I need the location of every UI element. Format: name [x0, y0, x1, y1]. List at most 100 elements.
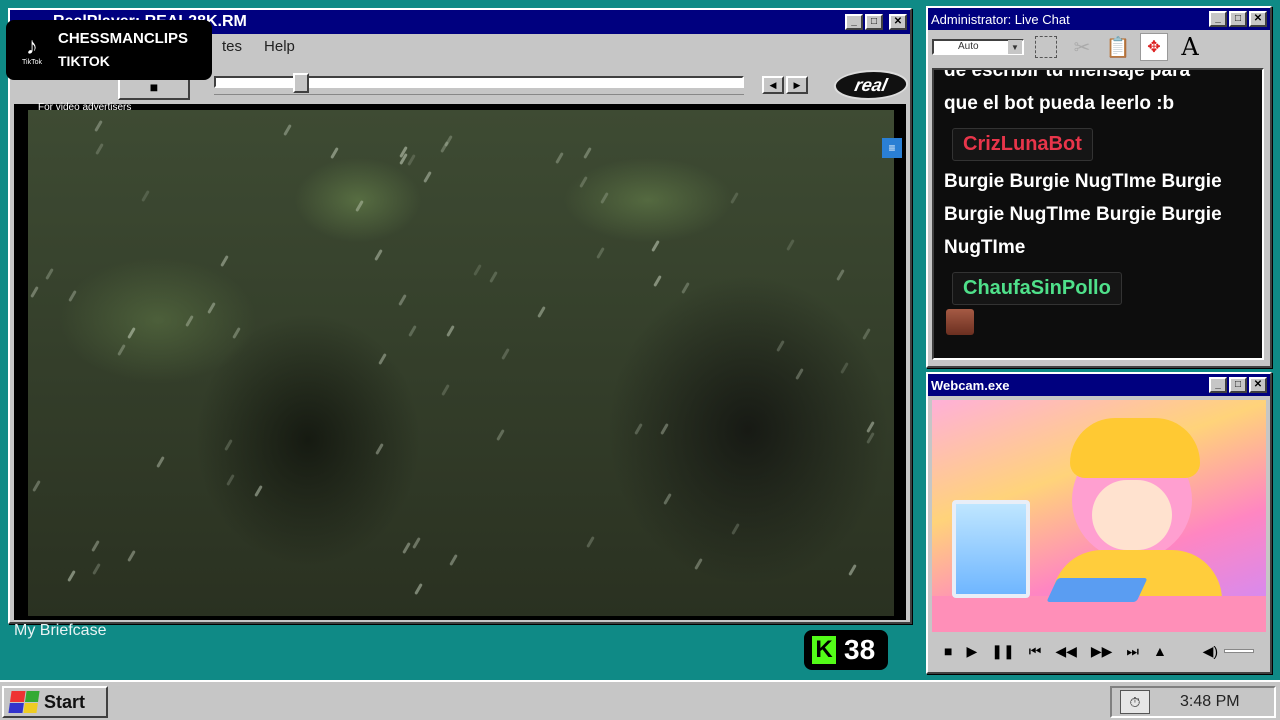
tiktok-platform: TIKTOK: [58, 53, 110, 69]
my-briefcase-label[interactable]: My Briefcase: [14, 622, 106, 640]
tiktok-icon-label: TikTok: [22, 58, 42, 66]
volume-icon[interactable]: ◀): [1203, 643, 1218, 660]
rain-streak: [489, 271, 498, 283]
video-menu-button[interactable]: ≡: [882, 138, 902, 158]
rain-streak: [232, 327, 241, 339]
rewind-icon: ◀: [769, 79, 777, 90]
rain-streak: [378, 353, 387, 365]
rain-streak: [440, 141, 449, 153]
chat-maximize-button[interactable]: □: [1229, 11, 1247, 27]
forward-icon: ▶: [793, 79, 801, 90]
system-tray: ⏱ 3:48 PM: [1110, 686, 1276, 718]
text-icon[interactable]: A: [1176, 33, 1204, 61]
rain-streak: [731, 523, 740, 535]
eject-icon[interactable]: ▲: [1153, 643, 1167, 659]
chat-message-text: de escribir tu mensaje para: [944, 68, 1191, 81]
rain-streak: [414, 583, 423, 595]
webcam-title: Webcam.exe: [931, 377, 1010, 393]
webcam-titlebar[interactable]: Webcam.exe _ □ ✕: [928, 374, 1270, 396]
chat-minimize-button[interactable]: _: [1209, 11, 1227, 27]
chat-close-button[interactable]: ✕: [1249, 11, 1267, 27]
select-icon[interactable]: [1032, 33, 1060, 61]
rain-streak: [141, 190, 150, 202]
webcam-feed: [932, 400, 1266, 632]
taskbar: Start ⏱ 3:48 PM: [0, 680, 1280, 720]
hamburger-icon: ≡: [888, 141, 896, 155]
tiktok-badge: ♪ TikTok CHESSMANCLIPS TIKTOK: [6, 20, 212, 80]
rewind-button[interactable]: ◀: [762, 76, 784, 94]
rain-streak: [407, 154, 416, 166]
real-logo[interactable]: real: [830, 70, 912, 100]
rain-streak: [156, 456, 165, 468]
rain-streak: [653, 275, 662, 287]
fast-forward-icon[interactable]: ▶▶: [1091, 643, 1113, 660]
rain-streak: [398, 294, 407, 306]
ad-text: For video advertisers: [38, 102, 132, 113]
video-area[interactable]: ≡: [14, 104, 906, 620]
video-frame: [28, 110, 894, 616]
maximize-button[interactable]: □: [865, 14, 883, 30]
rain-streak: [586, 536, 595, 548]
skip-forward-icon[interactable]: ⏭: [1126, 643, 1139, 660]
minimize-button[interactable]: _: [845, 14, 863, 30]
rain-streak: [127, 327, 136, 339]
monitor-illustration: [952, 500, 1030, 598]
rain-streak: [207, 302, 216, 314]
forward-button[interactable]: ▶: [786, 76, 808, 94]
rain-streak: [600, 192, 609, 204]
webcam-close-button[interactable]: ✕: [1249, 377, 1267, 393]
rain-streak: [501, 348, 510, 360]
skip-back-icon[interactable]: ⏮: [1029, 643, 1042, 660]
rain-streak: [91, 540, 100, 552]
paste-icon[interactable]: 📋: [1104, 33, 1132, 61]
rain-streak: [660, 423, 669, 435]
rain-streak: [127, 550, 136, 562]
rain-streak: [786, 239, 795, 251]
rain-streak: [45, 268, 54, 280]
rain-streak: [330, 147, 339, 159]
rain-streak: [730, 192, 739, 204]
scheduler-icon[interactable]: ⏱: [1120, 690, 1150, 714]
webcam-maximize-button[interactable]: □: [1229, 377, 1247, 393]
chat-username: CrizLunaBot: [952, 128, 1093, 161]
seek-bar[interactable]: [214, 73, 744, 93]
play-icon[interactable]: ▶: [966, 643, 977, 660]
rain-streak: [496, 429, 505, 441]
webcam-minimize-button[interactable]: _: [1209, 377, 1227, 393]
clock[interactable]: 3:48 PM: [1180, 693, 1240, 711]
rain-streak: [185, 315, 194, 327]
chat-username: ChaufaSinPollo: [952, 272, 1122, 305]
rain-streak: [95, 143, 104, 155]
rain-streak: [681, 282, 690, 294]
rain-streak: [776, 340, 785, 352]
move-icon[interactable]: ✥: [1140, 33, 1168, 61]
rain-streak: [412, 537, 421, 549]
rain-streak: [355, 200, 364, 212]
rain-streak: [375, 443, 384, 455]
cut-icon[interactable]: ✂: [1068, 33, 1096, 61]
rain-streak: [224, 439, 233, 451]
stop-icon[interactable]: ■: [944, 643, 952, 659]
close-button[interactable]: ✕: [889, 14, 907, 30]
rain-streak: [840, 362, 849, 374]
emote-icon: [946, 309, 974, 335]
rain-streak: [32, 480, 41, 492]
seek-thumb[interactable]: [293, 73, 309, 93]
rain-streak: [283, 124, 292, 136]
rain-streak: [402, 542, 411, 554]
menu-item-partial[interactable]: tes: [222, 38, 242, 55]
font-select[interactable]: Auto ▼: [932, 39, 1024, 55]
volume-slider[interactable]: [1224, 649, 1254, 653]
rain-streak: [68, 290, 77, 302]
chat-titlebar[interactable]: Administrator: Live Chat _ □ ✕: [928, 8, 1270, 30]
live-chat-window: Administrator: Live Chat _ □ ✕ Auto ▼ ✂ …: [926, 6, 1272, 368]
pause-icon[interactable]: ❚❚: [991, 643, 1014, 660]
chat-messages[interactable]: de escribir tu mensaje para que el bot pu…: [932, 68, 1264, 360]
rain-streak: [220, 255, 229, 267]
rain-streak: [408, 325, 417, 337]
rewind-icon[interactable]: ◀◀: [1055, 643, 1077, 660]
rain-streak: [446, 325, 455, 337]
kick-viewer-badge: K 38: [804, 630, 888, 670]
menu-item-help[interactable]: Help: [264, 38, 295, 55]
start-button[interactable]: Start: [2, 686, 108, 718]
